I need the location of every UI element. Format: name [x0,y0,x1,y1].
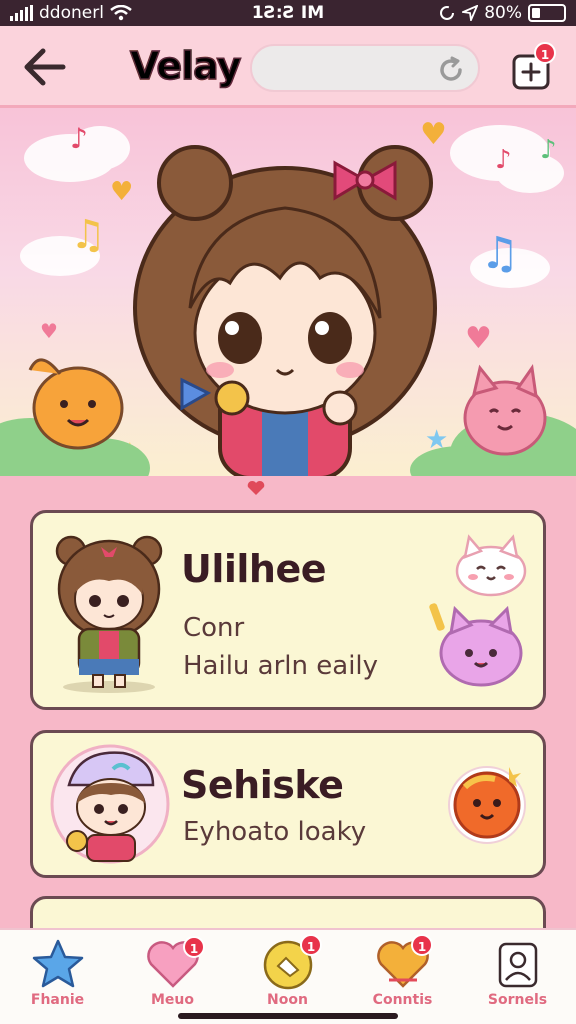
svg-text:♫: ♫ [480,228,519,279]
pink-cat-creature [463,364,547,456]
svg-text:♪: ♪ [70,122,88,155]
nav-tab-noon[interactable]: 1 Noon [230,930,345,1024]
add-button[interactable]: 1 [510,42,556,92]
white-cat-sticker [455,534,527,597]
nav-badge: 1 [183,936,205,958]
logo-text: Velay [129,43,242,89]
orange-creature [28,358,124,450]
card-description: Hailu arln eaily [183,651,379,681]
hero-illustration: ♫ ♪ ♫ ♪ ♪ ♥ ♥ ♥ ♥ ★ ★ [0,117,576,476]
svg-text:♥: ♥ [40,319,58,343]
svg-text:♪: ♪ [540,135,557,165]
feature-card[interactable]: Ulilhee Conr Hailu arln eaily [30,510,546,710]
page-indicator-heart [247,480,265,495]
purple-cat-sticker [429,603,523,687]
location-icon [462,5,479,21]
nav-tab-conntis[interactable]: 1 Conntis [345,930,460,1024]
star-icon [32,939,84,988]
svg-text:♥: ♥ [420,117,447,152]
profile-card-icon [498,942,538,988]
nav-badge: 1 [300,934,322,956]
nav-label: Sornels [487,992,548,1008]
status-bar: ddonerl 1Ƨ:Ƨ IM 80% [0,0,576,26]
nav-tab-meuo[interactable]: 1 Meuo [115,930,230,1024]
card-title: Ulilhee [181,547,327,591]
feature-card[interactable]: Sehiske Eyhoato loaky [30,730,546,878]
orange-blob-sticker [448,766,526,844]
back-arrow-icon [24,48,66,86]
chibi-girl [133,145,437,476]
back-button[interactable] [20,42,70,92]
nav-label: Noon [267,992,308,1008]
app-header: Velay 1 [0,26,576,108]
card-title: Sehiske [181,763,344,807]
nav-label: Fhanie [30,992,85,1008]
sync-icon [440,6,455,20]
hero-banner: ♫ ♪ ♫ ♪ ♪ ♥ ♥ ♥ ♥ ★ ★ [0,108,576,476]
notification-badge: 1 [534,42,556,64]
search-bar[interactable] [250,44,480,92]
card-subtitle: Eyhoato loaky [183,817,367,847]
nav-tab-fhanie[interactable]: Fhanie [0,930,115,1024]
refresh-icon[interactable] [436,55,466,85]
battery-icon [528,4,566,22]
home-indicator[interactable] [178,1013,398,1019]
card-subtitle: Conr [183,613,245,643]
app-logo: Velay [129,43,242,89]
nav-label: Meuo [150,992,194,1008]
battery-percent: 80% [484,3,522,23]
nav-label: Conntis [372,992,433,1008]
svg-text:♪: ♪ [495,145,512,175]
search-input[interactable] [270,56,430,82]
status-right: 80% [438,3,566,23]
chibi-girl-thumbnail [55,535,163,693]
svg-text:♥: ♥ [110,177,133,207]
avatar [50,744,170,864]
bottom-navigation: Fhanie 1 Meuo 1 Noon 1 Conntis Sornels [0,928,576,1024]
nav-badge: 1 [411,934,433,956]
svg-text:♥: ♥ [465,321,492,356]
svg-text:♫: ♫ [70,212,106,258]
nav-tab-sornels[interactable]: Sornels [460,930,575,1024]
